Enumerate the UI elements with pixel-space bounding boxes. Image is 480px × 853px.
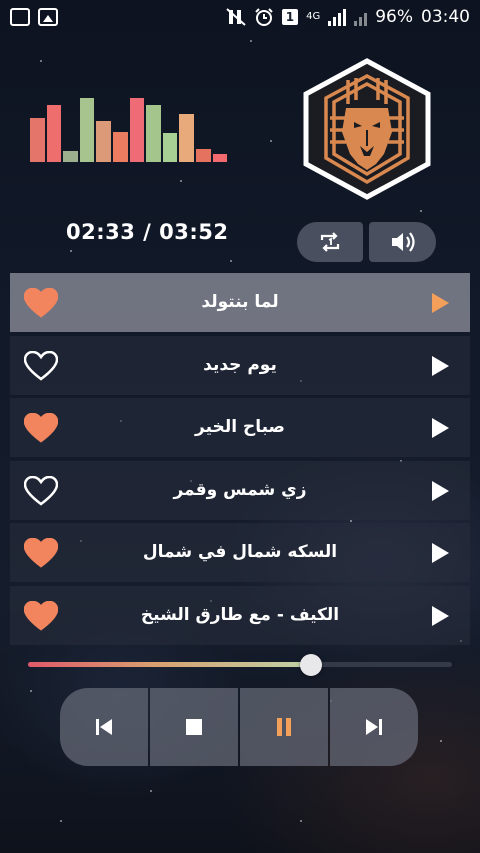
equalizer-bar	[179, 114, 194, 162]
signal-icon	[328, 8, 347, 26]
heart-outline-icon[interactable]	[24, 350, 58, 381]
playlist-row[interactable]: صباح الخير	[10, 398, 470, 457]
clock: 03:40	[421, 7, 470, 27]
song-title: لما بنتولد	[201, 292, 279, 312]
equalizer-bar	[212, 154, 228, 162]
status-bar: 1 4G 96% 03:40	[0, 0, 480, 34]
playlist-row[interactable]: يوم جديد	[10, 335, 470, 395]
equalizer-bar	[30, 118, 45, 162]
playlist-row[interactable]: لما بنتولد	[10, 273, 470, 332]
playlist-row[interactable]: السكه شمال في شمال	[10, 523, 470, 582]
equalizer-visualizer	[30, 96, 230, 162]
equalizer-bar	[195, 149, 211, 162]
heart-filled-icon[interactable]	[24, 538, 58, 568]
pause-icon	[277, 718, 291, 736]
song-title: الكيف - مع طارق الشيخ	[140, 604, 340, 625]
alarm-icon	[255, 8, 273, 26]
repeat-button[interactable]	[297, 222, 363, 262]
play-icon[interactable]	[430, 480, 450, 502]
next-button[interactable]	[330, 688, 418, 766]
play-icon[interactable]	[430, 417, 450, 439]
playlist-row[interactable]: زي شمس وقمر	[10, 460, 470, 520]
mute-icon	[226, 8, 246, 26]
heart-outline-icon[interactable]	[24, 475, 58, 506]
sim-icon: 1	[281, 9, 299, 25]
equalizer-bar	[46, 105, 62, 162]
playlist: لما بنتولد يوم جديد صباح الخير زي شمس وقمر ا…	[10, 273, 470, 648]
equalizer-bar	[96, 121, 111, 162]
signal-icon-secondary	[354, 8, 368, 26]
heart-filled-icon[interactable]	[24, 288, 58, 318]
image-icon	[10, 8, 30, 26]
song-title: السكه شمال في شمال	[142, 542, 338, 562]
equalizer-bar	[162, 133, 178, 162]
skip-next-icon	[366, 719, 382, 735]
heart-filled-icon[interactable]	[24, 600, 58, 631]
gallery-icon	[38, 8, 58, 26]
stop-icon	[186, 719, 202, 735]
seek-fill	[28, 662, 311, 667]
seek-thumb[interactable]	[299, 654, 322, 676]
song-title: صباح الخير	[195, 417, 285, 437]
skip-previous-icon	[96, 719, 112, 735]
transport-controls	[60, 688, 418, 766]
heart-filled-icon[interactable]	[24, 413, 58, 443]
equalizer-bar	[79, 98, 95, 162]
battery-level: 96%	[375, 7, 413, 27]
time-display: 02:33 / 03:52	[66, 220, 229, 244]
song-title: يوم جديد	[203, 354, 277, 375]
network-type: 4G	[306, 11, 321, 22]
play-icon[interactable]	[430, 605, 450, 627]
stop-button[interactable]	[150, 688, 238, 766]
seek-bar[interactable]	[28, 654, 452, 676]
song-title: زي شمس وقمر	[173, 479, 307, 500]
volume-button[interactable]	[369, 222, 436, 262]
equalizer-bar	[63, 151, 78, 162]
volume-icon	[391, 232, 415, 252]
pause-button[interactable]	[240, 688, 328, 766]
equalizer-bar	[112, 132, 128, 162]
equalizer-bar	[129, 98, 145, 162]
equalizer-bar	[146, 105, 161, 162]
play-icon[interactable]	[430, 542, 450, 564]
lion-logo	[303, 58, 431, 200]
repeat-one-icon	[320, 232, 340, 252]
play-icon[interactable]	[430, 292, 450, 314]
previous-button[interactable]	[60, 688, 148, 766]
play-icon[interactable]	[430, 355, 450, 377]
playlist-row[interactable]: الكيف - مع طارق الشيخ	[10, 585, 470, 645]
